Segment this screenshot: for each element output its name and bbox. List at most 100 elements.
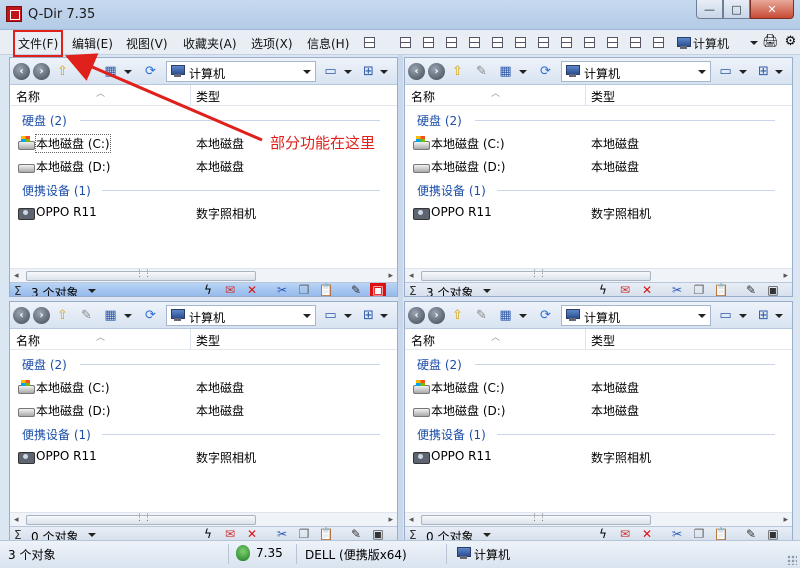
- chevron-down-icon[interactable]: [775, 70, 783, 74]
- group-header[interactable]: 便携设备 (1): [417, 426, 486, 443]
- layout-1-icon[interactable]: [400, 37, 411, 48]
- column-name[interactable]: 名称: [411, 332, 435, 349]
- scrollbar-thumb[interactable]: [26, 513, 256, 525]
- refresh-icon[interactable]: ⟳: [142, 63, 159, 80]
- group-header[interactable]: 硬盘 (2): [417, 112, 462, 129]
- chevron-down-icon[interactable]: [519, 70, 527, 74]
- horizontal-scrollbar[interactable]: ◂ ▸: [10, 268, 397, 282]
- menu-options[interactable]: 选项(X): [251, 35, 293, 52]
- chevron-down-icon[interactable]: [698, 70, 706, 74]
- delete-icon[interactable]: ✕: [639, 283, 655, 296]
- group-header[interactable]: 便携设备 (1): [22, 182, 91, 199]
- menu-computer[interactable]: 计算机: [693, 35, 729, 52]
- maximize-button[interactable]: □: [723, 0, 750, 19]
- list-item[interactable]: 本地磁盘 (C:): [18, 134, 111, 153]
- mail-icon[interactable]: ✉: [617, 283, 633, 296]
- mail-icon[interactable]: ✉: [617, 527, 633, 540]
- cut-icon[interactable]: ✂: [669, 527, 685, 540]
- copy-icon[interactable]: ❐: [691, 527, 707, 540]
- chevron-down-icon[interactable]: [380, 70, 388, 74]
- address-bar[interactable]: 计算机: [166, 61, 316, 82]
- list-item[interactable]: 本地磁盘 (C:): [18, 379, 110, 395]
- refresh-icon[interactable]: ⟳: [142, 307, 159, 324]
- scroll-right-icon[interactable]: ▸: [783, 271, 788, 281]
- column-separator[interactable]: [585, 329, 586, 350]
- desktop-icon[interactable]: ▭: [322, 63, 339, 80]
- resize-grip[interactable]: [787, 555, 797, 565]
- group-header[interactable]: 硬盘 (2): [417, 356, 462, 373]
- column-name[interactable]: 名称: [16, 332, 40, 349]
- list-item[interactable]: 本地磁盘 (D:): [413, 158, 505, 174]
- group-header[interactable]: 便携设备 (1): [22, 426, 91, 443]
- refresh-icon[interactable]: ⟳: [537, 63, 554, 80]
- toolbar-settings-icon[interactable]: ⚙: [782, 33, 799, 50]
- network-icon[interactable]: ⊞: [755, 307, 772, 324]
- menu-edit[interactable]: 编辑(E): [72, 35, 113, 52]
- horizontal-scrollbar[interactable]: ◂ ▸: [405, 512, 792, 526]
- mail-icon[interactable]: ✉: [222, 527, 238, 540]
- edit-icon[interactable]: ✎: [348, 283, 364, 296]
- scrollbar-thumb[interactable]: [26, 269, 256, 281]
- network-icon[interactable]: ⊞: [755, 63, 772, 80]
- layout-7-icon[interactable]: [538, 37, 549, 48]
- new-folder-icon[interactable]: ✎: [78, 307, 95, 324]
- edit-icon[interactable]: ✎: [348, 527, 364, 540]
- chevron-down-icon[interactable]: [739, 314, 747, 318]
- group-header[interactable]: 硬盘 (2): [22, 356, 67, 373]
- network-icon[interactable]: ⊞: [360, 63, 377, 80]
- layout-2-icon[interactable]: [423, 37, 434, 48]
- menu-info[interactable]: 信息(H): [307, 35, 349, 52]
- list-item[interactable]: 本地磁盘 (C:): [413, 135, 505, 151]
- list-item[interactable]: 本地磁盘 (D:): [18, 402, 110, 418]
- forward-button[interactable]: ›: [428, 307, 445, 324]
- pin-pane-icon[interactable]: ▣: [370, 527, 386, 540]
- layout-6-icon[interactable]: [515, 37, 526, 48]
- cut-icon[interactable]: ✂: [274, 283, 290, 296]
- copy-icon[interactable]: ❐: [296, 527, 312, 540]
- chevron-down-icon[interactable]: [483, 533, 491, 537]
- copy-icon[interactable]: ❐: [296, 283, 312, 296]
- chevron-down-icon[interactable]: [739, 70, 747, 74]
- chevron-down-icon[interactable]: [303, 70, 311, 74]
- edit-icon[interactable]: ✎: [743, 527, 759, 540]
- chevron-down-icon[interactable]: [750, 41, 758, 45]
- menu-file[interactable]: 文件(F): [12, 30, 64, 57]
- forward-button[interactable]: ›: [33, 63, 50, 80]
- delete-icon[interactable]: ✕: [244, 527, 260, 540]
- lightning-icon[interactable]: ϟ: [595, 527, 611, 540]
- list-item[interactable]: 本地磁盘 (D:): [413, 402, 505, 418]
- chevron-down-icon[interactable]: [380, 314, 388, 318]
- paste-icon[interactable]: 📋: [713, 527, 729, 540]
- vertical-splitter[interactable]: [398, 55, 403, 540]
- edit-icon[interactable]: ✎: [743, 283, 759, 296]
- cut-icon[interactable]: ✂: [669, 283, 685, 296]
- scroll-right-icon[interactable]: ▸: [783, 515, 788, 525]
- menu-favorites[interactable]: 收藏夹(A): [183, 35, 237, 52]
- cut-icon[interactable]: ✂: [274, 527, 290, 540]
- mail-icon[interactable]: ✉: [222, 283, 238, 296]
- group-header[interactable]: 便携设备 (1): [417, 182, 486, 199]
- column-type[interactable]: 类型: [591, 332, 615, 349]
- paste-icon[interactable]: 📋: [318, 283, 334, 296]
- view-mode-icon[interactable]: ▦: [102, 307, 119, 324]
- lightning-icon[interactable]: ϟ: [200, 283, 216, 296]
- layout-8-icon[interactable]: [561, 37, 572, 48]
- pin-pane-icon[interactable]: ▣: [370, 283, 386, 296]
- folder-up-icon[interactable]: ⇧: [449, 63, 466, 80]
- scroll-left-icon[interactable]: ◂: [14, 271, 19, 281]
- network-icon[interactable]: ⊞: [360, 307, 377, 324]
- chevron-down-icon[interactable]: [124, 70, 132, 74]
- group-header[interactable]: 硬盘 (2): [22, 112, 67, 129]
- chevron-down-icon[interactable]: [483, 289, 491, 293]
- new-folder-icon[interactable]: ✎: [78, 63, 95, 80]
- file-pane-4[interactable]: ‹ › ⇧ ✎ ▦ ⟳ 计算机 ▭ ⊞ 名称 ︿ 类型 硬盘 (2) 本地磁盘 …: [404, 301, 793, 541]
- address-bar[interactable]: 计算机: [561, 61, 711, 82]
- file-pane-2[interactable]: ‹ › ⇧ ✎ ▦ ⟳ 计算机 ▭ ⊞ 名称 ︿ 类型 硬盘 (2) 本地磁盘 …: [404, 57, 793, 297]
- column-type[interactable]: 类型: [591, 88, 615, 105]
- list-item[interactable]: OPPO R11: [413, 449, 492, 464]
- chevron-down-icon[interactable]: [303, 314, 311, 318]
- view-mode-icon[interactable]: ▦: [497, 307, 514, 324]
- layout-3-icon[interactable]: [446, 37, 457, 48]
- column-separator[interactable]: [190, 329, 191, 350]
- layout-12-icon[interactable]: [653, 37, 664, 48]
